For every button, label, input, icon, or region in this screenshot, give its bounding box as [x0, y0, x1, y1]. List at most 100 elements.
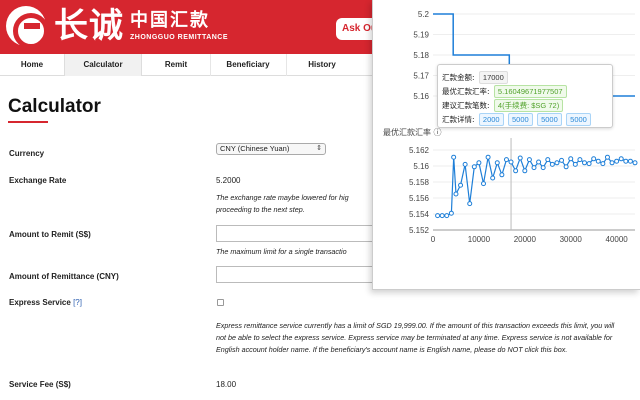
chevron-updown-icon: ⇕: [316, 145, 322, 152]
chart2-y-tick-label: 5.16: [413, 162, 429, 171]
chart2-point: [462, 161, 468, 167]
express-service-checkbox[interactable]: [217, 299, 224, 306]
chart2-point: [618, 156, 624, 162]
tooltip-amount-label: 汇款金额:: [442, 73, 475, 82]
chart2-point: [451, 154, 457, 160]
chart2-y-tick-label: 5.162: [409, 146, 430, 155]
chart2-point: [595, 158, 601, 164]
chart2-x-tick-label: 20000: [514, 235, 537, 244]
tooltip-detail-chip: 5000: [537, 113, 562, 126]
chart2-point: [627, 158, 633, 164]
chart2-point: [439, 213, 445, 219]
logo-text: 长诚: [54, 6, 124, 46]
best-rate-chart: 5.152 5.154 5.156 5.158 5.16 5.162 0 10000 20000…: [409, 138, 638, 244]
currency-select-value: CNY (Chinese Yuan): [220, 144, 290, 153]
tooltip-rate-label: 最优汇款汇率:: [442, 87, 490, 96]
chart2-point: [467, 201, 473, 207]
chart2-point: [572, 161, 578, 167]
chart2-point: [623, 158, 629, 164]
chart2-x-tick-label: 0: [431, 235, 436, 244]
chart2-point: [591, 156, 597, 162]
tooltip-detail-label: 汇款详情:: [442, 115, 475, 124]
page-title: Calculator: [8, 96, 101, 117]
main-nav: Home Calculator Remit Beneficiary Histor…: [0, 54, 372, 76]
chart2-point: [444, 213, 450, 219]
chart2-x-tick-label: 10000: [468, 235, 491, 244]
chart2-point: [563, 164, 569, 170]
chart2-point: [609, 160, 615, 166]
exchange-rate-label: Exchange Rate: [9, 176, 67, 185]
brand-name-en: ZHONGGUO REMITTANCE: [130, 34, 229, 41]
exchange-rate-value: 5.2000: [216, 176, 241, 185]
amount-limit-note: The maximum limit for a single transacti…: [216, 247, 347, 256]
chart2-y-tick-label: 5.154: [409, 210, 430, 219]
currency-select[interactable]: CNY (Chinese Yuan) ⇕: [216, 143, 326, 155]
chart2-y-tick-label: 5.158: [409, 178, 430, 187]
chart2-point: [476, 160, 482, 166]
remittance-amount-input[interactable]: [216, 266, 376, 283]
nav-item-home[interactable]: Home: [0, 54, 64, 76]
chart2-point: [549, 161, 555, 167]
chart2-point: [568, 156, 574, 162]
chart2-point: [545, 157, 551, 163]
nav-item-history[interactable]: History: [286, 54, 358, 76]
exchange-rate-note-line2: proceeding to the next step.: [216, 205, 305, 214]
chart2-point: [554, 160, 560, 166]
nav-item-beneficiary[interactable]: Beneficiary: [210, 54, 286, 76]
chart2-point: [481, 181, 486, 187]
tooltip-count-value: 4(手续费: $SG 72): [493, 99, 564, 112]
tooltip-detail-chip: 5000: [566, 113, 591, 126]
tooltip-count-row: 建议汇款笔数: 4(手续费: $SG 72): [442, 99, 564, 112]
chart2-point: [577, 157, 583, 163]
express-help-link[interactable]: [?]: [73, 298, 82, 307]
tooltip-rate-value: 5.16049671977507: [493, 85, 567, 98]
chart2-point: [499, 172, 505, 178]
amount-remit-label: Amount to Remit (S$): [9, 230, 91, 239]
rate-analysis-popup: 5.16 5.17 5.18 5.19 5.2 最优汇款汇率 ⓘ 5.152 5.154 5…: [372, 0, 640, 290]
logo-emblem-icon: [6, 6, 49, 49]
brand-name: 中国汇款 ZHONGGUO REMITTANCE: [130, 6, 228, 41]
nav-item-calculator[interactable]: Calculator: [64, 54, 142, 76]
chart2-point: [600, 161, 606, 167]
tooltip-detail-chip: 2000: [478, 113, 504, 126]
chart2-point: [471, 164, 477, 170]
brand-name-cn: 中国汇款: [130, 10, 210, 31]
tooltip-detail-row: 汇款详情: 2000 5000 5000 5000: [442, 113, 591, 126]
chart2-point: [540, 165, 546, 171]
currency-label: Currency: [9, 149, 45, 158]
express-service-note: Express remittance service currently has…: [216, 321, 615, 354]
chart2-point: [559, 157, 565, 163]
chart2-point: [513, 168, 519, 174]
chart2-point: [614, 158, 620, 164]
chart2-point: [458, 182, 464, 188]
amount-remit-input[interactable]: [216, 225, 376, 242]
chart2-point: [632, 160, 638, 166]
express-service-label: Express Service [?]: [9, 298, 82, 307]
exchange-rate-note-line1: The exchange rate maybe lowered for hig: [216, 193, 349, 202]
chart2-point: [526, 157, 532, 163]
service-fee-value: 18.00: [216, 380, 237, 389]
tooltip-count-label: 建议汇款笔数:: [442, 101, 490, 110]
chart2-point: [586, 161, 592, 167]
chart2-point: [536, 159, 542, 165]
tooltip-detail-chip: 5000: [508, 113, 533, 126]
chart2-y-tick-label: 5.156: [409, 194, 430, 203]
chart2-point: [453, 191, 459, 197]
chart2-point: [582, 160, 587, 166]
chart2-point: [494, 160, 500, 166]
chart2-point: [604, 154, 610, 160]
chart2-point: [435, 213, 441, 219]
chart2-point: [490, 175, 496, 181]
brand-logo[interactable]: 长诚: [6, 6, 124, 49]
chart-tooltip: 汇款金额: 17000 最优汇款汇率: 5.16049671977507 建议汇…: [437, 64, 613, 128]
chart2-point: [485, 154, 491, 160]
tooltip-amount-row: 汇款金额: 17000: [442, 71, 508, 84]
chart2-point: [503, 157, 509, 163]
title-underline: [8, 121, 48, 123]
service-fee-label: Service Fee (S$): [9, 380, 71, 389]
chart2-point: [448, 210, 454, 216]
express-service-text: Express Service: [9, 298, 71, 307]
nav-item-remit[interactable]: Remit: [142, 54, 210, 76]
chart2-point: [531, 165, 537, 171]
page: 长诚 中国汇款 ZHONGGUO REMITTANCE Ask Ou Home …: [0, 0, 640, 400]
